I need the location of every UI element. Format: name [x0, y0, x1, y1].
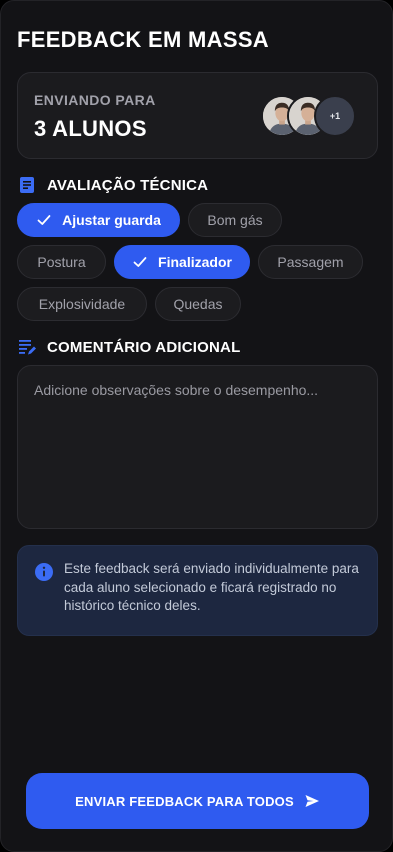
chip-label: Ajustar guarda	[62, 212, 161, 228]
chip-label: Explosividade	[38, 296, 126, 312]
chip-label: Postura	[37, 254, 86, 270]
chip-label: Quedas	[173, 296, 223, 312]
technical-section-heading: AVALIAÇÃO TÉCNICA	[17, 175, 208, 195]
feedback-sheet: FEEDBACK EM MASSA ENVIANDO PARA 3 ALUNOS	[0, 0, 393, 852]
chip-label: Finalizador	[158, 254, 232, 270]
technical-heading-label: AVALIAÇÃO TÉCNICA	[47, 176, 209, 194]
info-icon	[34, 562, 54, 582]
recipients-card: ENVIANDO PARA 3 ALUNOS +1	[17, 72, 378, 159]
chip-postura[interactable]: Postura	[17, 245, 106, 279]
info-banner: Este feedback será enviado individualmen…	[17, 545, 378, 636]
info-text: Este feedback será enviado individualmen…	[64, 561, 359, 613]
chip-bom-gas[interactable]: Bom gás	[188, 203, 282, 237]
chip-passagem[interactable]: Passagem	[258, 245, 363, 279]
check-icon	[37, 215, 51, 225]
chip-explosividade[interactable]: Explosividade	[17, 287, 147, 321]
comment-heading-label: COMENTÁRIO ADICIONAL	[47, 338, 241, 356]
recipients-label: ENVIANDO PARA	[34, 92, 156, 108]
more-recipients-badge[interactable]: +1	[314, 95, 356, 137]
send-button-label: ENVIAR FEEDBACK PARA TODOS	[75, 793, 294, 809]
avatar-stack: +1	[261, 95, 361, 137]
send-feedback-button[interactable]: ENVIAR FEEDBACK PARA TODOS	[26, 773, 369, 829]
page-title: FEEDBACK EM MASSA	[17, 27, 269, 52]
chip-finalizador[interactable]: Finalizador	[114, 245, 250, 279]
edit-note-icon	[17, 337, 37, 357]
chip-label: Passagem	[277, 254, 344, 270]
document-icon	[17, 175, 37, 195]
chip-ajustar-guarda[interactable]: Ajustar guarda	[17, 203, 180, 237]
comment-textarea[interactable]	[17, 365, 378, 529]
send-icon	[305, 795, 319, 807]
chip-label: Bom gás	[207, 212, 263, 228]
comment-section-heading: COMENTÁRIO ADICIONAL	[17, 337, 240, 357]
chip-quedas[interactable]: Quedas	[155, 287, 241, 321]
check-icon	[133, 257, 147, 267]
recipients-count: 3 ALUNOS	[34, 116, 147, 141]
